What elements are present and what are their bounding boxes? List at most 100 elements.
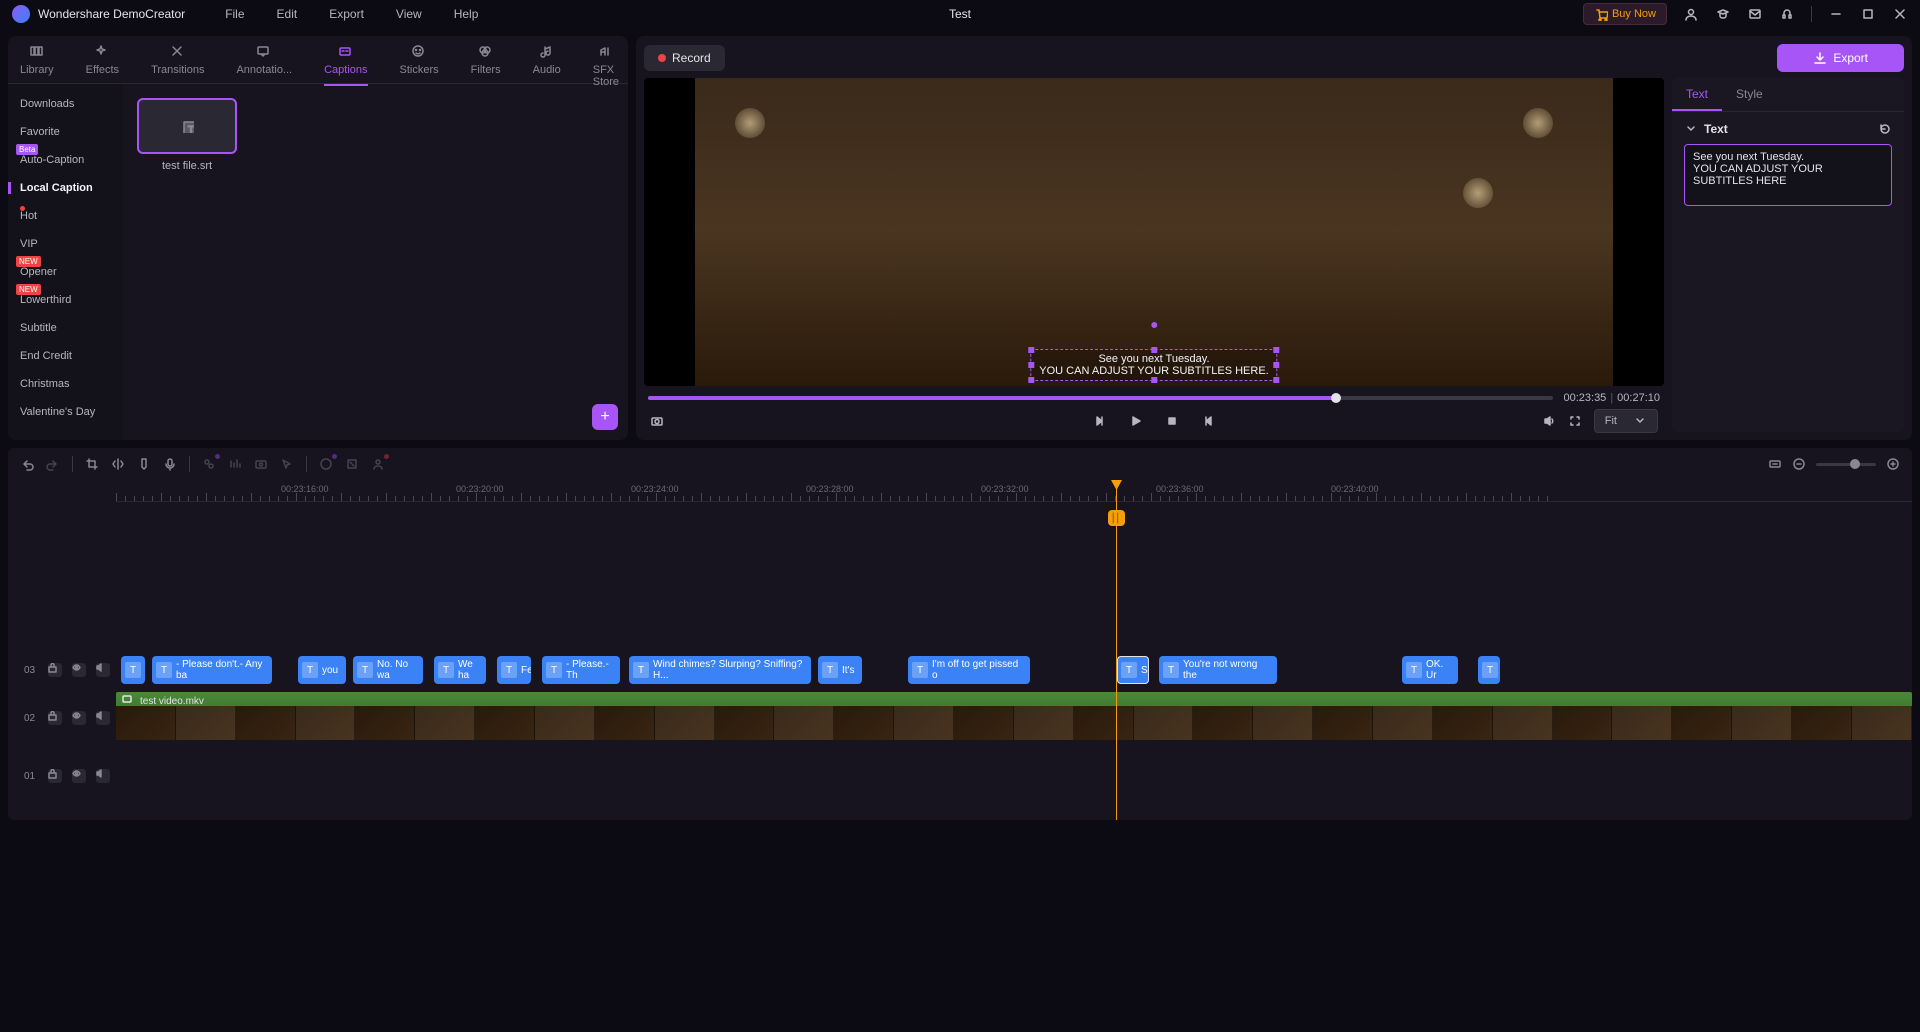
text-clip[interactable]: TYou're not wrong the [1159,656,1277,684]
fit-timeline-icon[interactable] [1768,457,1782,471]
reset-icon[interactable] [1878,122,1892,136]
menu-view[interactable]: View [396,7,422,21]
tab-effects[interactable]: Effects [86,44,119,84]
zoom-slider[interactable] [1816,463,1876,466]
video-clip[interactable]: test video.mkv [116,692,1912,740]
eye-icon[interactable] [72,711,86,725]
stop-icon[interactable] [1165,414,1179,428]
eye-icon[interactable] [72,769,86,783]
lock-icon[interactable] [48,711,62,725]
next-frame-icon[interactable] [1201,414,1215,428]
avatar-icon[interactable] [371,457,385,471]
tab-library[interactable]: Library [20,44,54,84]
snapshot-icon[interactable] [650,414,664,428]
tab-captions[interactable]: Captions [324,44,367,86]
cat-downloads[interactable]: Downloads [8,90,123,118]
tab-annotations[interactable]: Annotatio... [236,44,292,84]
menu-file[interactable]: File [225,7,244,21]
cat-lowerthird[interactable]: NEWLowerthird [8,286,123,314]
collapse-icon[interactable] [1684,122,1698,136]
add-button[interactable]: + [592,404,618,430]
mail-icon[interactable] [1747,6,1763,22]
tab-filters[interactable]: Filters [471,44,501,84]
buy-now-button[interactable]: Buy Now [1583,3,1667,25]
text-clip[interactable]: Tyou [298,656,346,684]
cat-local-caption[interactable]: Local Caption [8,174,123,202]
volume-icon[interactable] [1542,414,1556,428]
maximize-icon[interactable] [1860,6,1876,22]
eye-icon[interactable] [72,663,86,677]
group-icon[interactable] [202,457,216,471]
text-clip[interactable]: TWind chimes? Slurping? Sniffing?H... [629,656,811,684]
menu-export[interactable]: Export [329,7,364,21]
export-button[interactable]: Export [1777,44,1904,72]
voiceover-icon[interactable] [163,457,177,471]
track-02: 02 test video.mkv [8,692,1912,744]
cat-end-credit[interactable]: End Credit [8,342,123,370]
text-clip[interactable]: TI'm off to get pissed o [908,656,1030,684]
redo-icon[interactable] [46,457,60,471]
text-clip[interactable]: TOK. Ur [1402,656,1458,684]
fullscreen-icon[interactable] [1568,414,1582,428]
cat-christmas[interactable]: Christmas [8,370,123,398]
mute-icon[interactable] [96,663,110,677]
text-clip[interactable]: TWe ha [434,656,486,684]
props-tab-style[interactable]: Style [1722,78,1777,111]
text-clip[interactable]: T [1478,656,1500,684]
close-icon[interactable] [1892,6,1908,22]
text-clip[interactable]: TNo. No wa [353,656,423,684]
seek-bar[interactable] [648,396,1553,400]
play-icon[interactable] [1129,414,1143,428]
tab-stickers[interactable]: Stickers [400,44,439,84]
text-clip[interactable]: T- Please.- Th [542,656,620,684]
minimize-icon[interactable] [1828,6,1844,22]
time-ruler[interactable]: 00:23:16:0000:23:20:0000:23:24:0000:23:2… [116,480,1912,502]
menu-help[interactable]: Help [454,7,479,21]
mute-icon[interactable] [96,769,110,783]
track-lane-03[interactable]: TT- Please don't.- Any baTyouTNo. No waT… [116,654,1912,686]
lock-icon[interactable] [48,663,62,677]
record-button[interactable]: Record [644,45,725,71]
zoom-in-icon[interactable] [1886,457,1900,471]
mute-icon[interactable] [96,711,110,725]
cat-opener[interactable]: NEWOpener [8,258,123,286]
pan-zoom-icon[interactable] [345,457,359,471]
cat-vip[interactable]: VIP [8,230,123,258]
text-clip[interactable]: T [121,656,145,684]
account-icon[interactable] [1683,6,1699,22]
cat-valentines[interactable]: Valentine's Day [8,398,123,426]
subtitle-overlay[interactable]: See you next Tuesday. YOU CAN ADJUST YOU… [1030,349,1277,381]
svg-text:T: T [188,125,194,133]
undo-icon[interactable] [20,457,34,471]
track-lane-02[interactable]: test video.mkv [116,692,1912,744]
menu-edit[interactable]: Edit [277,7,298,21]
text-clip[interactable]: TS [1117,656,1149,684]
tab-transitions[interactable]: Transitions [151,44,204,84]
screenshot-icon[interactable] [254,457,268,471]
lock-icon[interactable] [48,769,62,783]
prev-frame-icon[interactable] [1093,414,1107,428]
tab-audio[interactable]: Audio [533,44,561,84]
track-lane-01[interactable] [116,760,1912,792]
education-icon[interactable] [1715,6,1731,22]
text-clip[interactable]: T- Please don't.- Any ba [152,656,272,684]
speed-icon[interactable] [228,457,242,471]
props-tab-text[interactable]: Text [1672,78,1722,111]
fit-select[interactable]: Fit [1594,409,1658,433]
text-clip[interactable]: TIt's [818,656,862,684]
text-clip[interactable]: TFe [497,656,531,684]
asset-item[interactable]: T test file.srt [137,98,237,172]
video-canvas[interactable]: See you next Tuesday. YOU CAN ADJUST YOU… [644,78,1664,386]
split-icon[interactable] [111,457,125,471]
cat-hot[interactable]: Hot [8,202,123,230]
cat-subtitle[interactable]: Subtitle [8,314,123,342]
cursor-icon[interactable] [280,457,294,471]
face-icon[interactable] [319,457,333,471]
support-icon[interactable] [1779,6,1795,22]
zoom-out-icon[interactable] [1792,457,1806,471]
cat-favorite[interactable]: Favorite [8,118,123,146]
crop-icon[interactable] [85,457,99,471]
cat-auto-caption[interactable]: BetaAuto-Caption [8,146,123,174]
subtitle-textarea[interactable] [1684,144,1892,206]
marker-icon[interactable] [137,457,151,471]
